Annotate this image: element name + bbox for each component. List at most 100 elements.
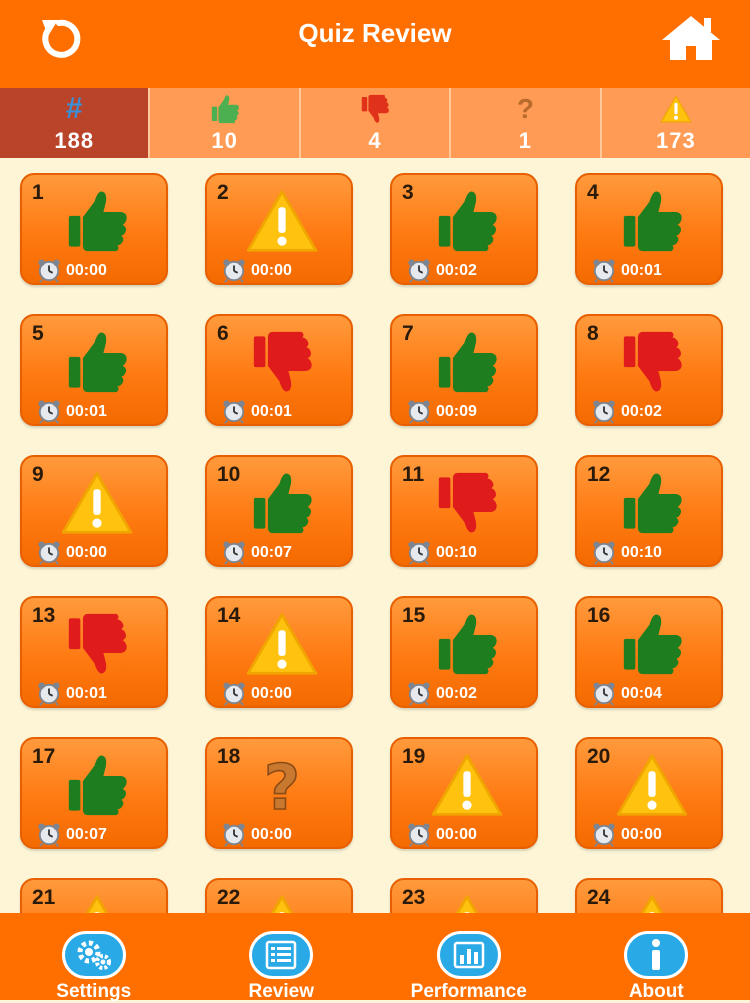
- question-timer: 00:07: [36, 823, 107, 847]
- question-card[interactable]: 7 00:09: [390, 314, 538, 426]
- question-time: 00:00: [66, 262, 107, 280]
- question-number: 8: [587, 322, 599, 346]
- question-time: 00:02: [621, 403, 662, 421]
- question-card[interactable]: 500:01: [20, 314, 168, 426]
- question-card[interactable]: 17 00:07: [20, 737, 168, 849]
- question-icon: ?: [245, 753, 319, 817]
- question-card[interactable]: 21: [20, 878, 168, 913]
- question-timer: 00:00: [406, 823, 477, 847]
- question-card[interactable]: 23: [390, 878, 538, 913]
- alarm-clock-icon: [221, 400, 247, 424]
- stat-skipped[interactable]: 173: [602, 88, 750, 158]
- tab-settings[interactable]: Settings: [0, 913, 188, 1000]
- thumbs-up-icon: [60, 189, 134, 253]
- question-number: 17: [32, 745, 55, 769]
- question-timer: 00:01: [36, 682, 107, 706]
- question-time: 00:04: [621, 685, 662, 703]
- tab-review[interactable]: Review: [188, 913, 376, 1000]
- question-time: 00:01: [66, 685, 107, 703]
- stat-total[interactable]: # 188: [0, 88, 150, 158]
- tab-about[interactable]: About: [563, 913, 750, 1000]
- alarm-clock-icon: [406, 541, 432, 565]
- question-card[interactable]: 3 00:02: [390, 173, 538, 285]
- question-time: 00:01: [251, 403, 292, 421]
- stat-wrong[interactable]: 4: [301, 88, 451, 158]
- question-timer: 00:00: [221, 682, 292, 706]
- question-card[interactable]: 12 00:10: [575, 455, 723, 567]
- question-number: 12: [587, 463, 610, 487]
- stat-correct[interactable]: 10: [150, 88, 300, 158]
- alarm-clock-icon: [221, 823, 247, 847]
- question-timer: 00:07: [221, 541, 292, 565]
- thumbs-up-icon: [60, 753, 134, 817]
- question-time: 00:02: [436, 685, 477, 703]
- question-card[interactable]: 24: [575, 878, 723, 913]
- stat-unsure[interactable]: ? 1: [451, 88, 601, 158]
- question-card[interactable]: 900:00: [20, 455, 168, 567]
- question-number: 2: [217, 181, 229, 205]
- alarm-clock-icon: [36, 541, 62, 565]
- question-time: 00:00: [436, 826, 477, 844]
- question-card[interactable]: 1500:02: [390, 596, 538, 708]
- question-card[interactable]: 100:00: [20, 173, 168, 285]
- question-time: 00:00: [251, 685, 292, 703]
- alarm-clock-icon: [591, 400, 617, 424]
- question-card[interactable]: 10 00:07: [205, 455, 353, 567]
- question-time: 00:07: [251, 544, 292, 562]
- question-number: 10: [217, 463, 240, 487]
- page-title: Quiz Review: [0, 18, 750, 49]
- question-number: 4: [587, 181, 599, 205]
- question-card[interactable]: 1900:00: [390, 737, 538, 849]
- warning-icon: [430, 894, 504, 913]
- thumbs-up-icon: [615, 189, 689, 253]
- question-card[interactable]: 16 00:04: [575, 596, 723, 708]
- question-timer: 00:09: [406, 400, 477, 424]
- warning-icon: [60, 894, 134, 913]
- question-timer: 00:01: [221, 400, 292, 424]
- question-card[interactable]: 400:01: [575, 173, 723, 285]
- thumbs-down-icon: [60, 612, 134, 676]
- alarm-clock-icon: [406, 682, 432, 706]
- thumbs-down-icon: [615, 330, 689, 394]
- alarm-clock-icon: [36, 823, 62, 847]
- question-card[interactable]: 22: [205, 878, 353, 913]
- alarm-clock-icon: [591, 259, 617, 283]
- alarm-clock-icon: [221, 259, 247, 283]
- question-card[interactable]: 8 00:02: [575, 314, 723, 426]
- question-timer: 00:04: [591, 682, 662, 706]
- question-timer: 00:02: [406, 682, 477, 706]
- alarm-clock-icon: [406, 400, 432, 424]
- thumbs-up-icon: [60, 330, 134, 394]
- question-grid: 100:00200:00300:02400:01500:01600:01700:…: [0, 158, 750, 913]
- question-number: 22: [217, 886, 240, 910]
- question-card[interactable]: 600:01: [205, 314, 353, 426]
- question-number: 16: [587, 604, 610, 628]
- question-timer: 00:00: [591, 823, 662, 847]
- alarm-clock-icon: [591, 823, 617, 847]
- question-card[interactable]: 18?00:00: [205, 737, 353, 849]
- question-card[interactable]: 1100:10: [390, 455, 538, 567]
- question-timer: 00:10: [406, 541, 477, 565]
- question-number: 7: [402, 322, 414, 346]
- warning-icon: [245, 894, 319, 913]
- question-card[interactable]: 2000:00: [575, 737, 723, 849]
- home-icon[interactable]: [660, 14, 722, 62]
- bottom-tab-bar: Settings Review Performance: [0, 913, 750, 1000]
- question-timer: 00:00: [36, 541, 107, 565]
- question-number: 14: [217, 604, 240, 628]
- stat-unsure-value: 1: [519, 128, 532, 154]
- warning-icon: [615, 894, 689, 913]
- question-timer: 00:10: [591, 541, 662, 565]
- question-number: 3: [402, 181, 414, 205]
- question-card[interactable]: 1300:01: [20, 596, 168, 708]
- question-card[interactable]: 14 00:00: [205, 596, 353, 708]
- gears-icon: [62, 931, 126, 979]
- question-time: 00:07: [66, 826, 107, 844]
- question-card[interactable]: 2 00:00: [205, 173, 353, 285]
- warning-icon: [430, 753, 504, 817]
- hash-icon: #: [66, 92, 83, 126]
- question-timer: 00:02: [406, 259, 477, 283]
- question-timer: 00:00: [221, 259, 292, 283]
- tab-performance[interactable]: Performance: [375, 913, 563, 1000]
- svg-text:?: ?: [264, 753, 300, 817]
